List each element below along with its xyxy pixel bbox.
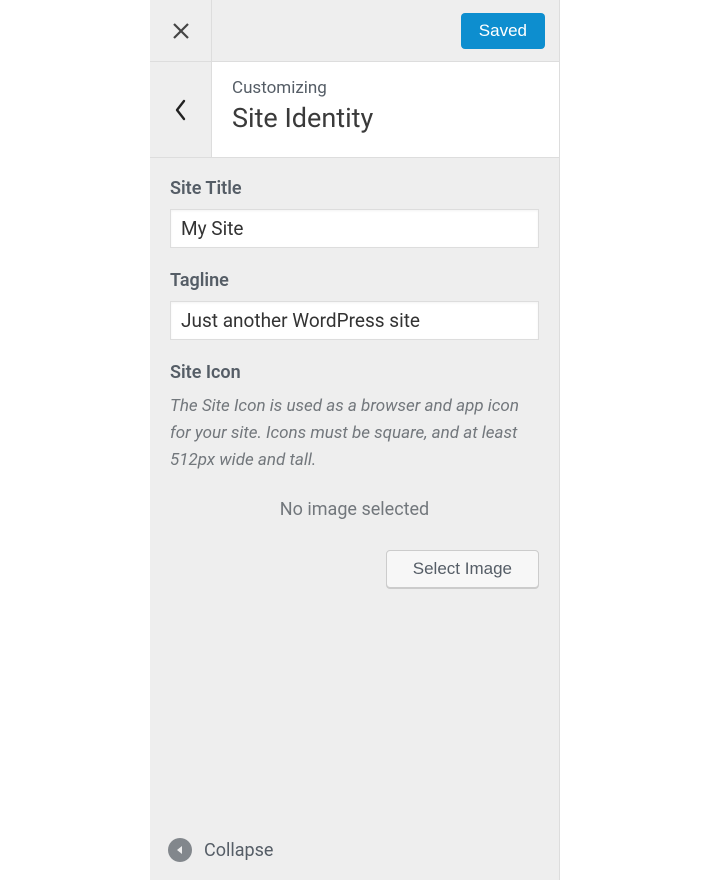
triangle-left-icon <box>175 845 185 855</box>
content: Site Title Tagline Site Icon The Site Ic… <box>150 158 559 824</box>
site-title-input[interactable] <box>170 209 539 248</box>
chevron-left-icon <box>174 99 188 121</box>
site-icon-description: The Site Icon is used as a browser and a… <box>170 393 539 475</box>
collapse-icon-circle <box>168 838 192 862</box>
collapse-label: Collapse <box>204 840 273 861</box>
customizer-panel: Saved Customizing Site Identity Site Tit… <box>150 0 560 880</box>
back-button[interactable] <box>150 62 212 157</box>
select-image-button[interactable]: Select Image <box>386 550 539 588</box>
saved-button[interactable]: Saved <box>461 13 545 49</box>
collapse-toggle[interactable]: Collapse <box>150 824 559 880</box>
topbar: Saved <box>150 0 559 62</box>
tagline-label: Tagline <box>170 270 539 291</box>
header-text: Customizing Site Identity <box>212 62 559 157</box>
header-sup: Customizing <box>232 78 539 98</box>
topbar-fill: Saved <box>212 0 559 61</box>
no-image-text: No image selected <box>170 499 539 520</box>
select-image-row: Select Image <box>170 550 539 588</box>
tagline-input[interactable] <box>170 301 539 340</box>
close-button[interactable] <box>150 0 212 61</box>
page-title: Site Identity <box>232 102 539 134</box>
site-icon-label: Site Icon <box>170 362 539 383</box>
site-title-label: Site Title <box>170 178 539 199</box>
close-icon <box>171 21 191 41</box>
section-header: Customizing Site Identity <box>150 62 559 158</box>
